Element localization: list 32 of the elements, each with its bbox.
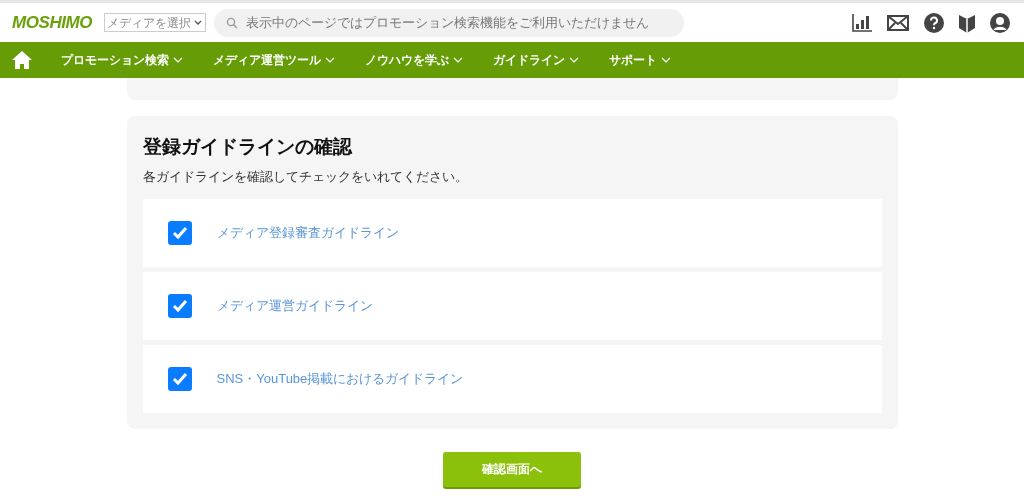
checkbox[interactable] — [167, 293, 192, 318]
caret-icon — [569, 56, 579, 64]
caret-icon — [453, 56, 463, 64]
user-icon[interactable] — [990, 12, 1010, 33]
mail-icon[interactable] — [887, 14, 909, 31]
nav-menu-item[interactable]: ノウハウを学ぶ — [365, 51, 463, 69]
check-icon — [171, 298, 188, 313]
nav-menu-item[interactable]: ガイドライン — [493, 51, 579, 69]
logo[interactable]: MOSHIMO — [12, 9, 92, 36]
caret-icon — [661, 56, 671, 64]
caret-icon — [173, 56, 183, 64]
guideline-link[interactable]: メディア登録審査ガイドライン — [216, 222, 399, 243]
checkbox[interactable] — [167, 220, 192, 245]
bar-chart-icon[interactable] — [852, 13, 872, 32]
check-icon — [171, 225, 188, 240]
caret-icon — [193, 18, 203, 27]
section-title: 登録ガイドラインの確認 — [142, 135, 354, 159]
media-select[interactable]: メディアを選択 — [104, 13, 206, 32]
section-description: 各ガイドラインを確認してチェックをいれてください。 — [142, 168, 469, 186]
nav-menu-item[interactable]: メディア運営ツール — [213, 51, 335, 69]
nav-menu-item[interactable]: プロモーション検索 — [61, 51, 183, 69]
nav-menu-item[interactable]: サポート — [609, 51, 671, 69]
guideline-link[interactable]: SNS・YouTube掲載におけるガイドライン — [216, 368, 464, 389]
search-field[interactable]: 表示中のページではプロモーション検索機能をご利用いただけません — [214, 8, 684, 37]
help-icon[interactable] — [924, 12, 944, 33]
home-icon[interactable] — [11, 50, 33, 70]
guideline-link[interactable]: メディア運営ガイドライン — [216, 295, 373, 316]
confirm-button[interactable]: 確認画面へ — [443, 451, 581, 487]
checkbox[interactable] — [167, 366, 192, 391]
caret-icon — [325, 56, 335, 64]
check-icon — [171, 371, 188, 386]
search-icon — [226, 16, 238, 29]
